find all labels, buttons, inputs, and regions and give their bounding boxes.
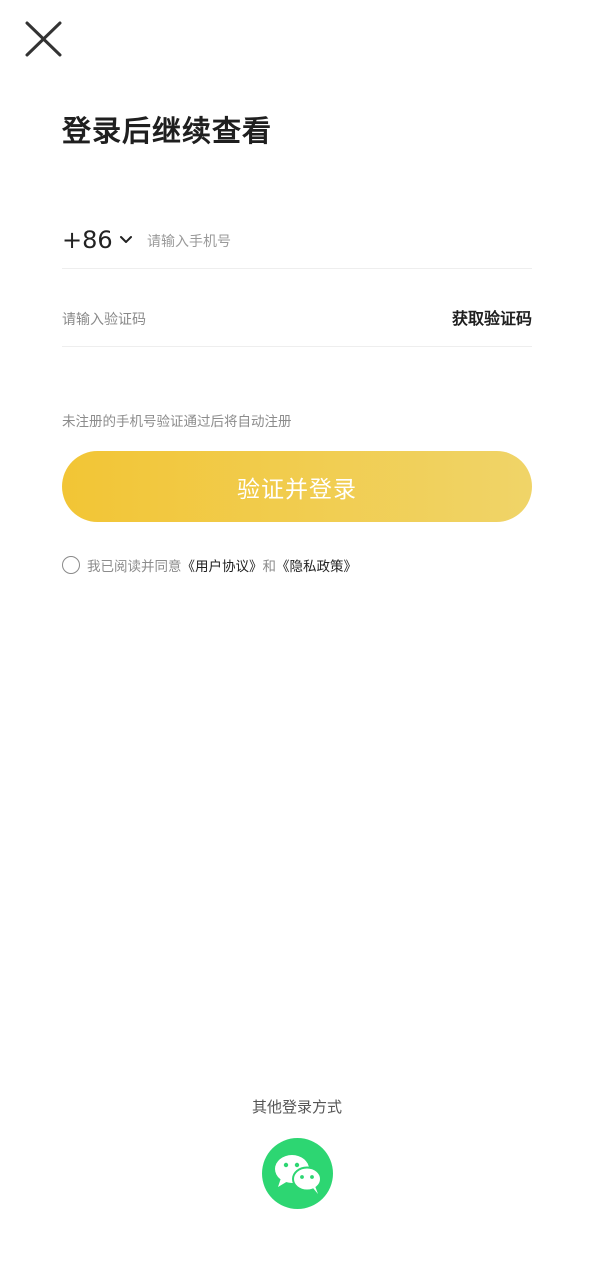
agreement-prefix: 我已阅读并同意 [87,559,182,575]
agreement-and: 和 [262,559,277,575]
verify-login-label: 验证并登录 [237,476,357,503]
agreement-row: 我已阅读并同意 《用户协议》 和 《隐私政策》 [62,553,357,577]
verify-login-button[interactable]: 验证并登录 [62,451,532,522]
country-code-label: +86 [62,226,113,254]
wechat-icon [275,1155,322,1194]
code-row: 获取验证码 [62,298,532,347]
close-button[interactable] [22,18,66,62]
phone-row: +86 [62,220,532,269]
phone-input[interactable] [147,228,507,256]
close-icon [25,21,62,57]
auto-register-hint: 未注册的手机号验证通过后将自动注册 [62,414,292,430]
privacy-policy-link[interactable]: 《隐私政策》 [276,555,357,575]
user-agreement-link[interactable]: 《用户协议》 [182,555,263,575]
verification-code-input[interactable] [62,306,362,334]
page-title: 登录后继续查看 [62,114,273,148]
country-code-selector[interactable]: +86 [62,226,133,254]
chevron-down-icon [119,236,132,243]
agreement-checkbox[interactable] [62,556,80,574]
other-login-label: 其他登录方式 [251,1098,342,1116]
get-code-button[interactable]: 获取验证码 [452,305,532,329]
wechat-login-button[interactable] [262,1138,333,1209]
